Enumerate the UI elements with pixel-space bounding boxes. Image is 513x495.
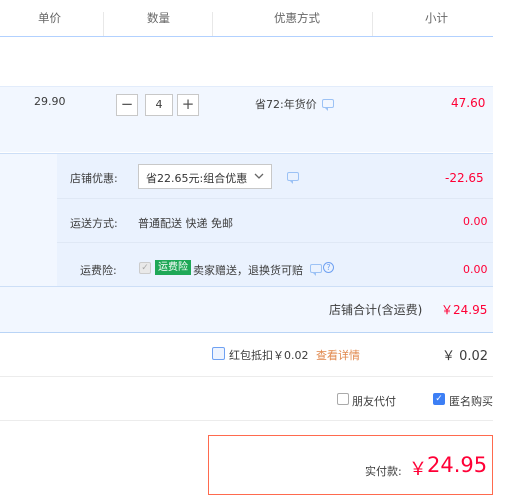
item-price: 29.90 [34, 95, 66, 108]
minus-button[interactable]: − [116, 94, 138, 116]
divider [0, 420, 493, 421]
friend-pay-label: 朋友代付 [352, 395, 396, 408]
divider [57, 198, 493, 199]
redpacket-amount: ￥ 0.02 [442, 349, 489, 364]
payment-currency: ￥ [409, 459, 427, 480]
check-icon: ✓ [141, 263, 149, 273]
header-divider [212, 12, 213, 36]
payment-label: 实付款: [365, 465, 402, 478]
header-divider [103, 12, 104, 36]
chat-icon[interactable] [322, 99, 334, 111]
insurance-amount: 0.00 [463, 263, 488, 276]
minus-icon: − [120, 95, 134, 113]
insurance-tag: 运费险 [155, 260, 191, 275]
divider [57, 242, 493, 243]
shipping-amount: 0.00 [463, 215, 488, 228]
anonymous-label: 匿名购买 [449, 395, 493, 408]
insurance-label: 运费险: [80, 264, 117, 277]
chat-icon[interactable] [310, 264, 322, 276]
shop-total-label: 店铺合计(含运费) [329, 303, 423, 317]
shipping-value: 普通配送 快递 免邮 [138, 217, 233, 230]
item-promo: 省72:年货价 [255, 98, 317, 111]
chat-icon[interactable] [287, 172, 299, 184]
insurance-text: 卖家赠送，退换货可赔 [193, 264, 303, 277]
shipping-label: 运送方式: [70, 217, 118, 230]
header-subtotal: 小计 [425, 11, 448, 25]
header-price: 单价 [38, 11, 61, 25]
redpacket-checkbox[interactable] [212, 347, 225, 360]
friend-pay-checkbox[interactable] [337, 393, 349, 405]
anonymous-checkbox[interactable]: ✓ [433, 393, 445, 405]
header-quantity: 数量 [147, 11, 170, 25]
shop-total-value: ￥24.95 [441, 303, 488, 317]
header-divider [372, 12, 373, 36]
divider [0, 286, 493, 287]
insurance-checkbox[interactable]: ✓ [139, 262, 151, 274]
quantity-input[interactable]: 4 [145, 94, 173, 116]
payment-amount: 24.95 [427, 453, 488, 477]
plus-button[interactable]: + [177, 94, 199, 116]
item-subtotal: 47.60 [451, 96, 486, 110]
redpacket-label: 红包抵扣￥0.02 [229, 349, 309, 362]
plus-icon: + [181, 95, 195, 113]
item-row [0, 86, 493, 152]
coupon-select-value: 省22.65元:组合优惠 [146, 172, 248, 185]
header-discount: 优惠方式 [274, 11, 320, 25]
divider [0, 376, 493, 377]
coupon-select[interactable]: 省22.65元:组合优惠 [138, 164, 272, 189]
coupon-amount: -22.65 [445, 171, 484, 185]
redpacket-details-link[interactable]: 查看详情 [316, 347, 360, 363]
help-icon[interactable]: ? [323, 262, 334, 273]
chevron-down-icon [254, 173, 264, 179]
check-icon: ✓ [435, 394, 443, 404]
coupon-label: 店铺优惠: [70, 172, 118, 185]
cart-header: 单价 数量 优惠方式 小计 [0, 0, 493, 37]
